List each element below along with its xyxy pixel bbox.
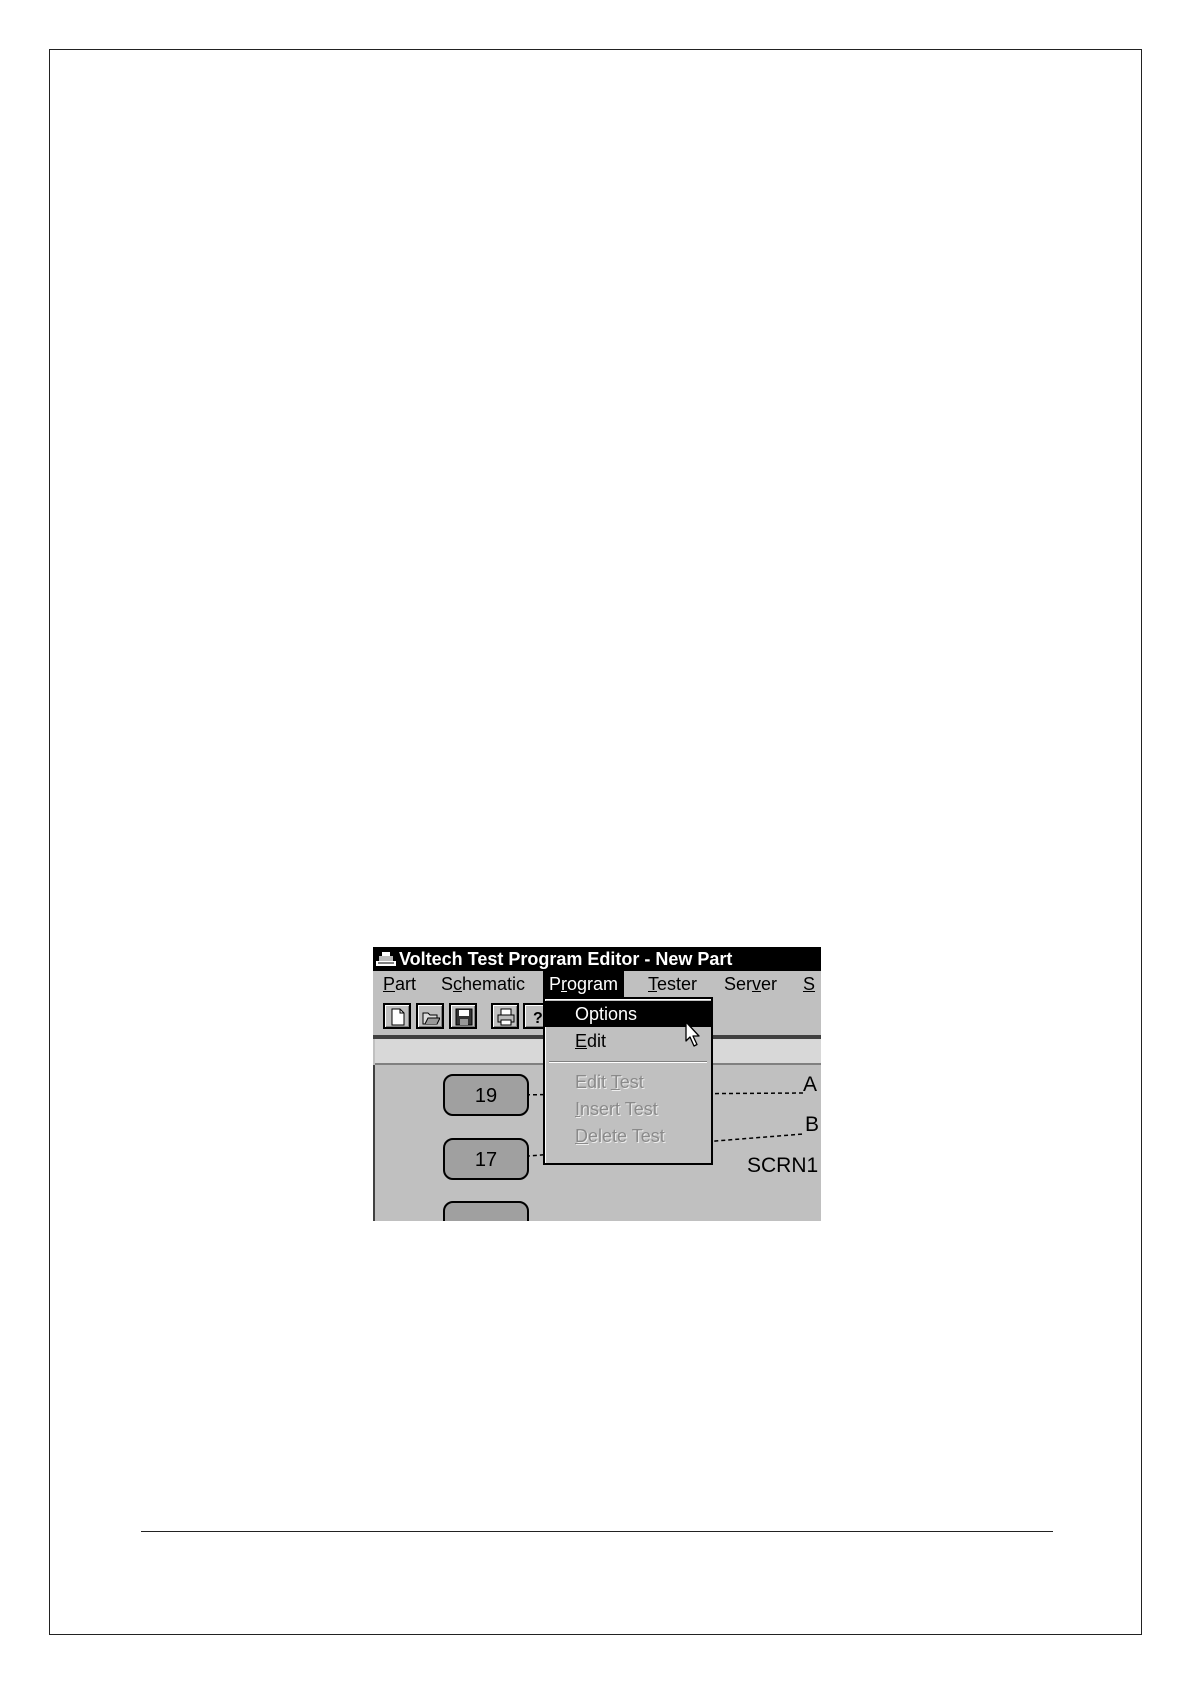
- pin-number: 19: [474, 1085, 498, 1107]
- terminal-label-b: B: [805, 1113, 820, 1136]
- menu-item-edit-test: Edit Test: [575, 1072, 644, 1092]
- program-menu-screenshot: Voltech Test Program Editor - New Part P…: [373, 947, 821, 1221]
- footer-rule: [141, 1531, 1053, 1532]
- pin-17[interactable]: 17: [443, 1138, 529, 1180]
- pin-19[interactable]: 19: [443, 1074, 529, 1116]
- menu-item-insert-test: Insert Test: [575, 1099, 658, 1119]
- terminal-label-scrn1: SCRN1: [747, 1154, 819, 1177]
- page-border: [49, 49, 1142, 1635]
- menu-separator: [549, 1061, 707, 1063]
- terminal-label-a: A: [803, 1073, 818, 1096]
- mouse-pointer-icon: [685, 1021, 703, 1054]
- menu-item-delete-test: Delete Test: [575, 1126, 665, 1146]
- pin-number: 17: [474, 1149, 498, 1171]
- pin-partial[interactable]: [443, 1201, 529, 1221]
